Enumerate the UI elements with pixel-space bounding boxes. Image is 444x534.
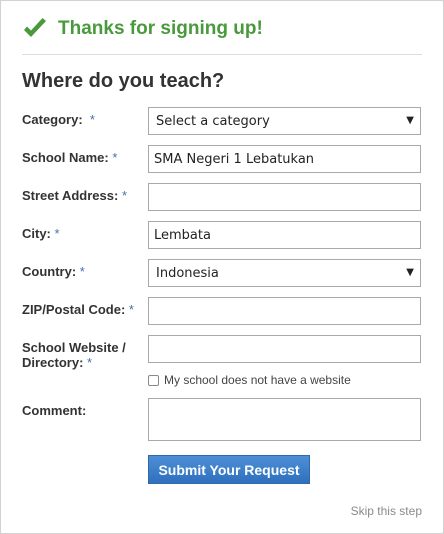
comment-textarea[interactable] <box>148 398 421 441</box>
category-select[interactable]: Select a category ▼ <box>148 107 421 135</box>
no-website-label: My school does not have a website <box>164 373 351 387</box>
divider <box>22 54 422 55</box>
submit-request-button[interactable]: Submit Your Request <box>148 455 310 484</box>
city-label: City: * <box>22 226 60 241</box>
no-website-option[interactable]: My school does not have a website <box>148 373 351 387</box>
required-mark: * <box>128 302 134 317</box>
required-mark: * <box>112 150 118 165</box>
school-name-input[interactable] <box>148 145 421 173</box>
required-mark: * <box>121 188 128 203</box>
category-label: Category: * <box>22 112 95 127</box>
required-mark: * <box>87 355 93 370</box>
zip-input[interactable] <box>148 297 421 325</box>
school-name-label: School Name: * <box>22 150 118 165</box>
required-mark: * <box>79 264 85 279</box>
form-heading: Where do you teach? <box>22 70 225 92</box>
street-address-input[interactable] <box>148 183 421 211</box>
website-label: School Website / Directory: * <box>22 340 126 370</box>
comment-label: Comment: <box>22 403 87 418</box>
country-select[interactable]: Indonesia ▼ <box>148 259 421 287</box>
zip-label: ZIP/Postal Code: * <box>22 302 134 317</box>
website-input[interactable] <box>148 335 421 363</box>
city-input[interactable] <box>148 221 421 249</box>
street-address-label: Street Address: * <box>22 188 128 203</box>
category-selected-value: Select a category <box>156 113 270 129</box>
required-mark: * <box>54 226 60 241</box>
skip-step-link[interactable]: Skip this step <box>351 504 422 518</box>
no-website-checkbox[interactable] <box>148 374 159 386</box>
required-mark: * <box>89 112 95 127</box>
country-selected-value: Indonesia <box>156 265 219 281</box>
check-icon <box>24 18 46 37</box>
success-message: Thanks for signing up! <box>58 18 263 39</box>
dropdown-arrow-icon: ▼ <box>406 267 414 278</box>
success-banner: Thanks for signing up! <box>22 14 263 44</box>
country-label: Country: * <box>22 264 85 279</box>
dropdown-arrow-icon: ▼ <box>406 115 414 126</box>
